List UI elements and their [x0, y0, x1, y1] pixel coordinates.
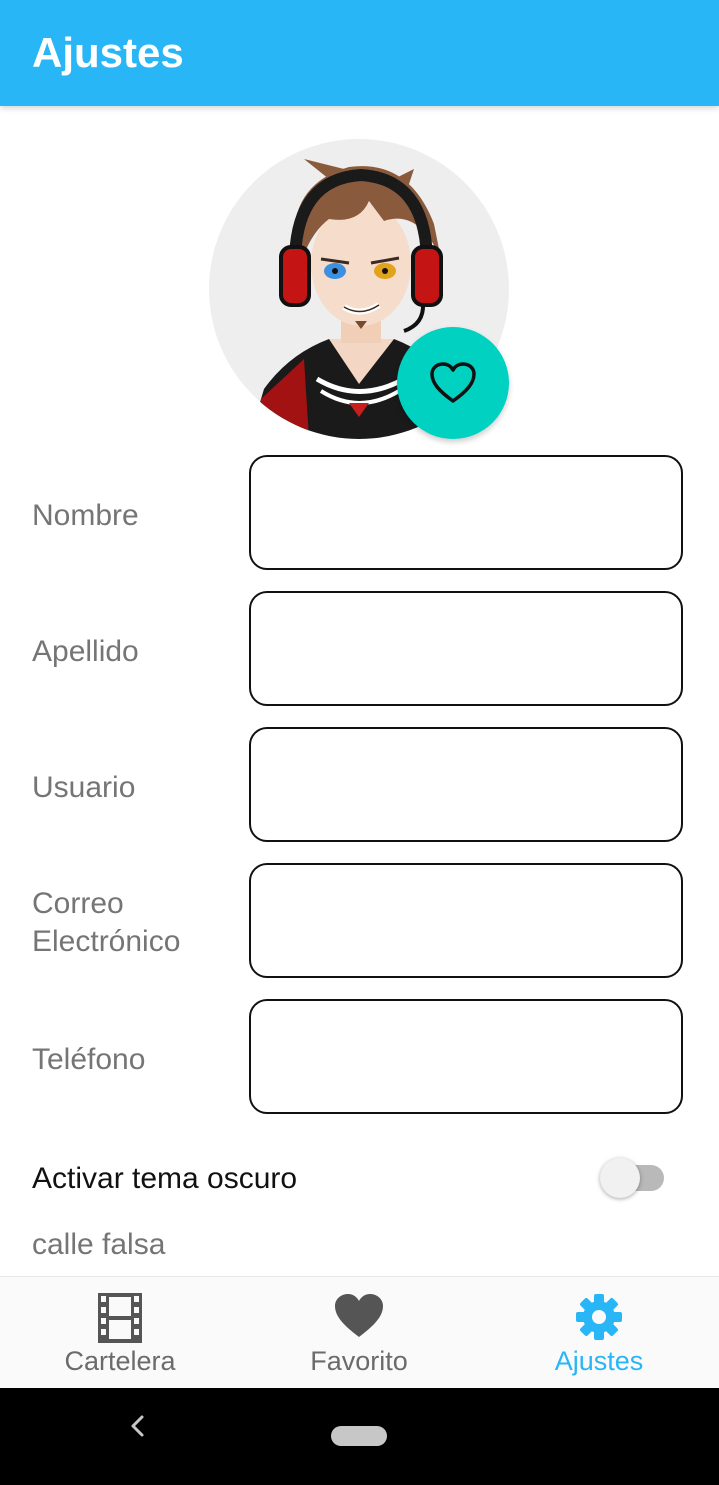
form-row-apellido: Apellido — [0, 591, 719, 711]
heart-outline-icon — [430, 362, 476, 403]
address-text: calle falsa — [32, 1228, 166, 1261]
page-title: Ajustes — [32, 29, 184, 76]
apellido-input[interactable] — [249, 591, 683, 706]
film-icon — [98, 1293, 142, 1343]
field-label-nombre: Nombre — [32, 499, 139, 532]
field-label-usuario: Usuario — [32, 771, 136, 804]
nav-label-favorito: Favorito — [310, 1346, 408, 1376]
back-icon[interactable] — [124, 1412, 152, 1440]
nav-label-ajustes: Ajustes — [554, 1346, 644, 1376]
nav-item-cartelera[interactable]: Cartelera — [0, 1277, 240, 1389]
telefono-input[interactable] — [249, 999, 683, 1114]
usuario-input[interactable] — [249, 727, 683, 842]
switch-thumb — [600, 1158, 640, 1198]
form-row-telefono: Teléfono — [0, 999, 719, 1119]
dark-theme-switch[interactable] — [600, 1158, 666, 1198]
field-label-apellido: Apellido — [32, 635, 139, 668]
dark-theme-label: Activar tema oscuro — [32, 1162, 298, 1195]
profile-avatar-section — [209, 139, 509, 439]
home-pill-icon[interactable] — [331, 1426, 387, 1446]
bottom-navigation: Cartelera Favorito Ajustes — [0, 1276, 719, 1389]
nombre-input[interactable] — [249, 455, 683, 570]
field-label-telefono: Teléfono — [32, 1043, 146, 1076]
nav-label-cartelera: Cartelera — [64, 1346, 176, 1376]
gear-icon — [576, 1294, 622, 1340]
form-row-usuario: Usuario — [0, 727, 719, 847]
field-label-correo: Correo Electrónico — [32, 887, 181, 958]
nav-item-ajustes[interactable]: Ajustes — [479, 1277, 719, 1389]
app-bar: Ajustes — [0, 0, 719, 106]
system-navigation-bar — [0, 1388, 719, 1485]
email-input[interactable] — [249, 863, 683, 978]
heart-icon — [335, 1294, 383, 1337]
form-row-correo: Correo Electrónico — [0, 863, 719, 983]
favorite-fab-button[interactable] — [397, 327, 509, 439]
form-row-nombre: Nombre — [0, 455, 719, 575]
nav-item-favorito[interactable]: Favorito — [239, 1277, 479, 1389]
